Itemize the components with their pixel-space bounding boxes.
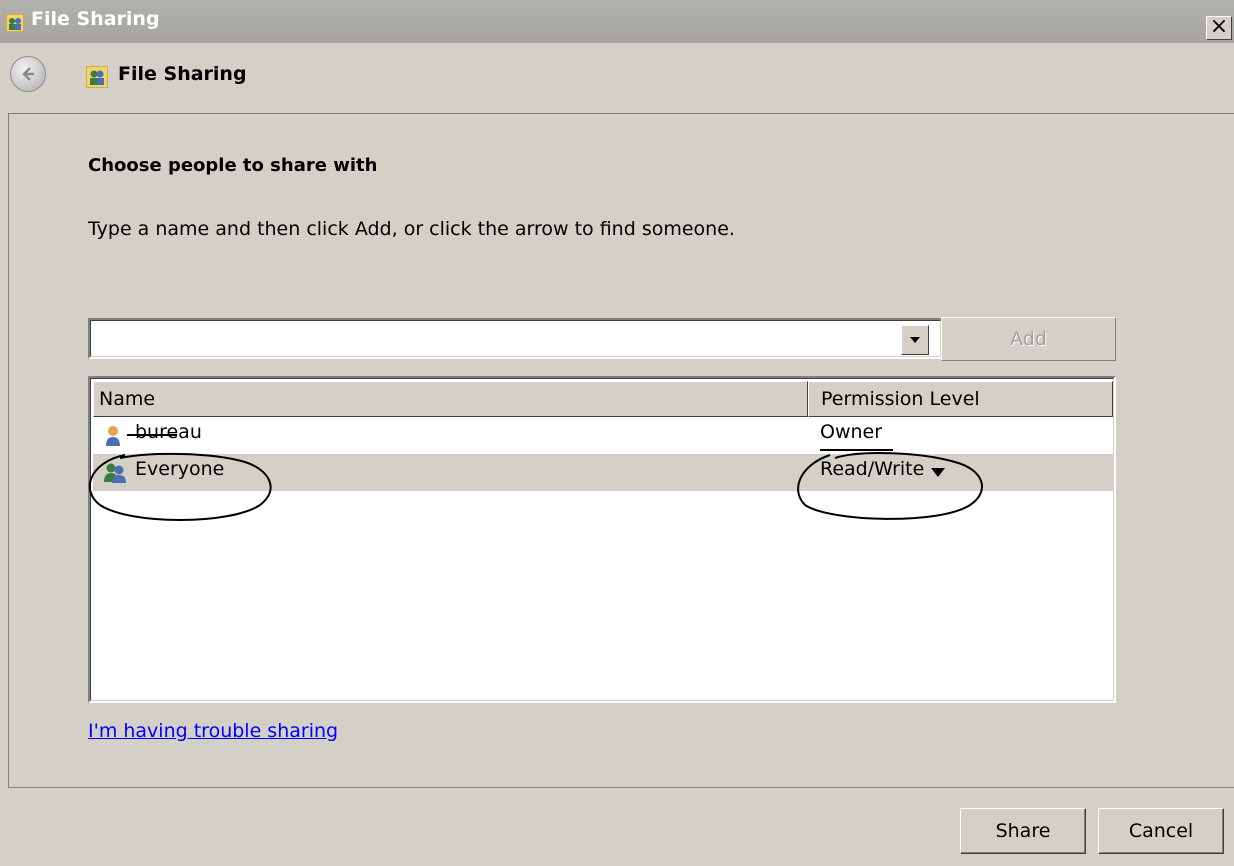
group-icon [104, 463, 126, 483]
strikethrough-mark [127, 434, 177, 436]
trouble-sharing-link[interactable]: I'm having trouble sharing [88, 720, 338, 742]
file-sharing-icon [86, 66, 108, 88]
page-title: File Sharing [118, 63, 247, 85]
chevron-down-icon [910, 337, 920, 343]
close-button[interactable]: × [1206, 16, 1232, 40]
list-item[interactable]: bureau Owner [93, 417, 1113, 454]
section-heading: Choose people to share with [88, 155, 378, 176]
list-item-permission: Owner [820, 421, 883, 443]
chevron-down-icon[interactable] [931, 468, 945, 477]
back-arrow-icon [22, 67, 34, 81]
column-header-name[interactable]: Name [93, 381, 808, 417]
list-header: Name Permission Level [93, 381, 1113, 417]
underline-mark [820, 449, 893, 451]
name-combobox[interactable] [88, 318, 943, 359]
cancel-button[interactable]: Cancel [1098, 808, 1224, 854]
dropdown-button[interactable] [901, 325, 929, 355]
add-button[interactable]: Add [941, 317, 1116, 361]
name-input[interactable] [90, 320, 941, 357]
window-title: File Sharing [31, 8, 160, 30]
share-button[interactable]: Share [960, 808, 1086, 854]
column-header-permission[interactable]: Permission Level [808, 381, 1113, 417]
list-item-name: bureau [135, 421, 202, 443]
user-icon [106, 426, 120, 446]
close-icon: × [1209, 14, 1229, 39]
list-item[interactable]: Everyone Read/Write [93, 454, 1113, 491]
instruction-text: Type a name and then click Add, or click… [88, 218, 735, 240]
back-button[interactable] [10, 56, 46, 92]
file-sharing-icon [6, 14, 24, 32]
title-bar: File Sharing × [0, 0, 1234, 43]
sharing-list[interactable]: Name Permission Level bureau Owner Every… [88, 376, 1116, 703]
list-item-name: Everyone [135, 458, 225, 480]
permission-dropdown[interactable]: Read/Write [820, 458, 924, 480]
navigation-bar: File Sharing [0, 43, 1234, 113]
